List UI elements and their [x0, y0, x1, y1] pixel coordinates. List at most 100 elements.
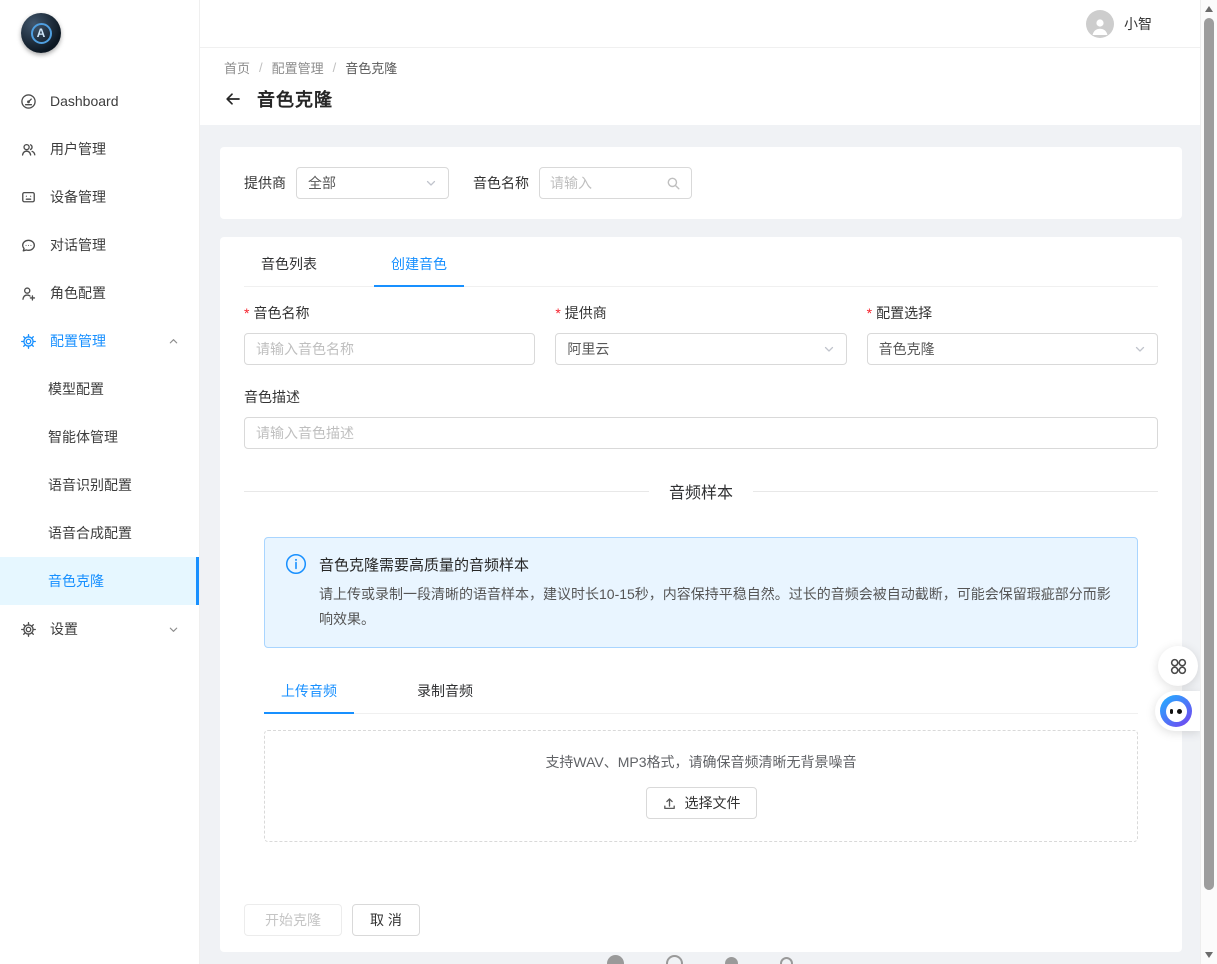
footer-social-icons	[607, 955, 793, 964]
ai-assistant-button[interactable]	[1155, 691, 1200, 731]
main-tabs: 音色列表 创建音色	[244, 245, 1158, 287]
filter-card: 提供商 全部 音色名称	[220, 147, 1182, 219]
config-select-value: 音色克隆	[879, 339, 935, 359]
config-select[interactable]: 音色克隆	[867, 333, 1158, 365]
alert-title: 音色克隆需要高质量的音频样本	[319, 554, 1117, 575]
user-menu[interactable]: 小智	[1086, 10, 1152, 38]
config-field: * 配置选择 音色克隆	[867, 303, 1158, 365]
sidebar-item-label: 用户管理	[50, 139, 106, 159]
config-select-label: 配置选择	[876, 303, 932, 323]
four-circles-icon	[1169, 657, 1188, 676]
brand-logo-letter: A	[31, 23, 52, 44]
audio-sample-title: 音频样本	[649, 479, 753, 503]
sidebar-item-devices[interactable]: 设备管理	[0, 173, 199, 221]
sidebar-item-label: Dashboard	[50, 93, 119, 109]
description-field: 音色描述	[244, 387, 1158, 449]
voice-name-field: * 音色名称	[244, 303, 535, 365]
voice-name-search-input[interactable]	[550, 175, 666, 191]
user-name: 小智	[1124, 14, 1152, 34]
provider-select-value: 阿里云	[567, 339, 609, 359]
required-mark: *	[555, 305, 560, 321]
breadcrumb-separator: /	[333, 60, 337, 75]
sidebar: A Dashboard 用户管理 设备管理	[0, 0, 200, 964]
chevron-up-icon	[168, 336, 179, 347]
voice-name-input[interactable]	[244, 333, 535, 365]
page-scrollbar[interactable]	[1200, 0, 1217, 964]
sidebar-subitem-tts-config[interactable]: 语音合成配置	[0, 509, 199, 557]
divider-line	[753, 491, 1158, 492]
voice-name-label: 音色名称	[253, 303, 309, 323]
required-mark: *	[244, 305, 249, 321]
apps-launcher-button[interactable]	[1158, 646, 1198, 686]
device-icon	[20, 189, 37, 206]
upload-hint: 支持WAV、MP3格式，请确保音频清晰无背景噪音	[545, 752, 856, 772]
footer-social-icon[interactable]	[607, 955, 624, 964]
footer-social-icon[interactable]	[780, 957, 793, 964]
form-actions: 开始克隆 取 消	[244, 904, 1158, 936]
alert-description: 请上传或录制一段清晰的语音样本，建议时长10-15秒，内容保持平稳自然。过长的音…	[319, 582, 1117, 632]
start-clone-button[interactable]: 开始克隆	[244, 904, 342, 936]
info-icon	[285, 553, 307, 575]
tab-create-voice[interactable]: 创建音色	[374, 245, 464, 286]
audio-source-tabs: 上传音频 录制音频	[264, 672, 1138, 714]
breadcrumb-config[interactable]: 配置管理	[272, 58, 324, 77]
tab-record-audio[interactable]: 录制音频	[400, 672, 490, 713]
sidebar-item-users[interactable]: 用户管理	[0, 125, 199, 173]
upload-dropzone[interactable]: 支持WAV、MP3格式，请确保音频清晰无背景噪音 选择文件	[264, 730, 1138, 842]
sidebar-subitem-label: 语音合成配置	[48, 523, 132, 543]
sidebar-item-roles[interactable]: 角色配置	[0, 269, 199, 317]
sidebar-subitem-agent-management[interactable]: 智能体管理	[0, 413, 199, 461]
page-title: 音色克隆	[257, 86, 333, 112]
cancel-button[interactable]: 取 消	[352, 904, 420, 936]
sidebar-item-config[interactable]: 配置管理	[0, 317, 199, 365]
users-icon	[20, 141, 37, 158]
sidebar-item-label: 配置管理	[50, 331, 106, 351]
sidebar-subitem-asr-config[interactable]: 语音识别配置	[0, 461, 199, 509]
description-label: 音色描述	[244, 387, 300, 407]
robot-face-icon	[1160, 695, 1192, 727]
footer-social-icon[interactable]	[666, 955, 683, 964]
divider-line	[244, 491, 649, 492]
breadcrumb-home[interactable]: 首页	[224, 58, 250, 77]
choose-file-button[interactable]: 选择文件	[646, 787, 757, 819]
page-header: 首页 / 配置管理 / 音色克隆 音色克隆	[200, 48, 1200, 125]
breadcrumb: 首页 / 配置管理 / 音色克隆	[224, 58, 1176, 77]
required-mark: *	[867, 305, 872, 321]
search-icon[interactable]	[666, 176, 681, 191]
scrollbar-thumb[interactable]	[1204, 18, 1214, 890]
scrollbar-down-arrow[interactable]	[1205, 952, 1213, 958]
brand-logo: A	[0, 0, 199, 61]
chevron-down-icon	[823, 343, 835, 355]
brand-logo-circle: A	[21, 13, 61, 53]
sidebar-item-conversations[interactable]: 对话管理	[0, 221, 199, 269]
provider-field: * 提供商 阿里云	[555, 303, 846, 365]
provider-filter-select[interactable]: 全部	[296, 167, 449, 199]
sidebar-item-label: 角色配置	[50, 283, 106, 303]
sidebar-item-label: 设备管理	[50, 187, 106, 207]
alert-body: 音色克隆需要高质量的音频样本 请上传或录制一段清晰的语音样本，建议时长10-15…	[319, 551, 1117, 632]
back-arrow-icon[interactable]	[224, 90, 242, 108]
provider-label: 提供商	[565, 303, 607, 323]
tab-voice-list[interactable]: 音色列表	[244, 245, 334, 286]
footer-social-icon[interactable]	[725, 957, 738, 964]
breadcrumb-current: 音色克隆	[345, 58, 397, 77]
provider-select[interactable]: 阿里云	[555, 333, 846, 365]
settings-gear-icon	[20, 621, 37, 638]
tab-upload-audio[interactable]: 上传音频	[264, 672, 354, 713]
sidebar-subitem-model-config[interactable]: 模型配置	[0, 365, 199, 413]
content-area: 提供商 全部 音色名称 音色列表	[200, 125, 1200, 964]
audio-sample-divider: 音频样本	[244, 479, 1158, 503]
sidebar-menu: Dashboard 用户管理 设备管理 对话管理	[0, 61, 199, 653]
sidebar-item-settings[interactable]: 设置	[0, 605, 199, 653]
provider-filter-label: 提供商	[244, 173, 286, 193]
provider-filter-value: 全部	[308, 173, 336, 193]
dashboard-icon	[20, 93, 37, 110]
sidebar-subitem-label: 模型配置	[48, 379, 104, 399]
scrollbar-up-arrow[interactable]	[1205, 6, 1213, 12]
user-avatar-icon	[1086, 10, 1114, 38]
app-window: A Dashboard 用户管理 设备管理	[0, 0, 1217, 964]
sidebar-item-dashboard[interactable]: Dashboard	[0, 77, 199, 125]
sidebar-subitem-label: 语音识别配置	[48, 475, 132, 495]
description-input[interactable]	[244, 417, 1158, 449]
sidebar-subitem-voice-clone[interactable]: 音色克隆	[0, 557, 199, 605]
